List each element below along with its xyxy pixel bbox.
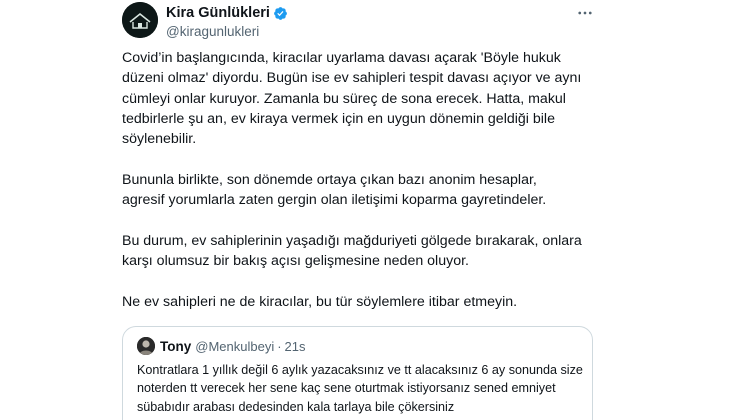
more-options-icon <box>578 11 592 15</box>
user-handle[interactable]: @kiragunlukleri <box>166 24 288 39</box>
quoted-avatar-portrait-icon <box>137 337 155 355</box>
quoted-timestamp[interactable]: 21s <box>285 339 306 354</box>
more-options-button[interactable] <box>574 4 596 22</box>
quoted-tweet-header: Tony @Menkulbeyi · 21s <box>137 336 306 356</box>
quoted-display-name[interactable]: Tony <box>160 339 191 354</box>
display-name[interactable]: Kira Günlükleri <box>166 5 270 21</box>
quoted-tweet-text: Kontratlara 1 yıllık değil 6 aylık yazac… <box>137 363 583 414</box>
tweet-header: Kira Günlükleri @kiragunlukleri <box>166 5 288 39</box>
quoted-avatar[interactable] <box>137 337 155 355</box>
quoted-tweet[interactable]: Tony @Menkulbeyi · 21s Kontratlara 1 yıl… <box>122 326 593 420</box>
avatar-logo-icon <box>122 2 158 38</box>
tweet-card: Kira Günlükleri @kiragunlukleri Covid’in… <box>0 0 730 420</box>
quoted-separator: · <box>277 338 282 354</box>
tweet-text: Covid’in başlangıcında, kiracılar uyarla… <box>122 50 582 310</box>
display-name-row: Kira Günlükleri <box>166 5 288 21</box>
quoted-handle[interactable]: @Menkulbeyi <box>195 339 274 354</box>
verified-badge-icon <box>273 6 288 21</box>
profile-avatar[interactable] <box>122 2 158 38</box>
